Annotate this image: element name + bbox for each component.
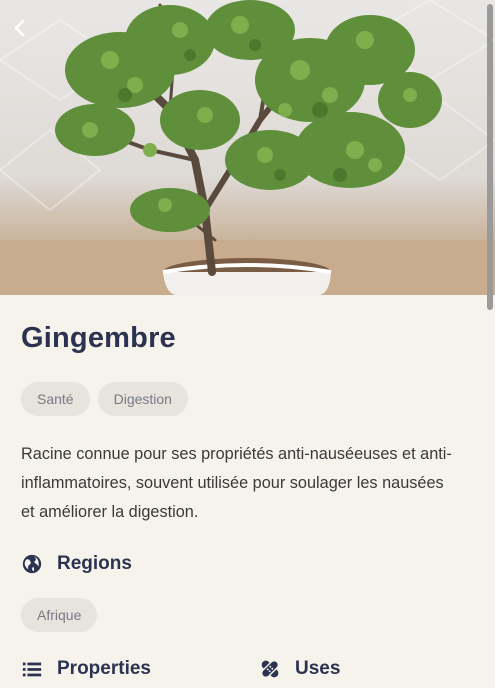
properties-heading: Properties	[21, 658, 151, 680]
bandage-icon	[260, 659, 280, 679]
uses-heading: Uses	[259, 658, 340, 680]
scrollbar-thumb[interactable]	[487, 4, 493, 310]
regions-heading: Regions	[21, 553, 132, 575]
plant-description: Racine connue pour ses propriétés anti-n…	[21, 445, 452, 521]
region-list: Afrique	[21, 598, 98, 632]
globe-icon	[22, 554, 42, 574]
tag-chip[interactable]: Santé	[21, 382, 90, 416]
tag-chip[interactable]: Digestion	[97, 382, 188, 416]
plant-hero-image	[0, 0, 495, 295]
region-chip[interactable]: Afrique	[21, 598, 98, 632]
regions-label: Regions	[57, 553, 132, 574]
plant-photo	[0, 0, 495, 295]
back-button[interactable]	[6, 14, 34, 42]
plant-title: Gingembre	[21, 322, 176, 354]
uses-label: Uses	[295, 658, 341, 679]
tag-list: Santé Digestion	[21, 382, 188, 416]
properties-label: Properties	[57, 658, 151, 679]
chevron-left-icon	[14, 19, 25, 37]
scrollbar[interactable]	[485, 0, 495, 688]
list-icon	[22, 662, 42, 677]
